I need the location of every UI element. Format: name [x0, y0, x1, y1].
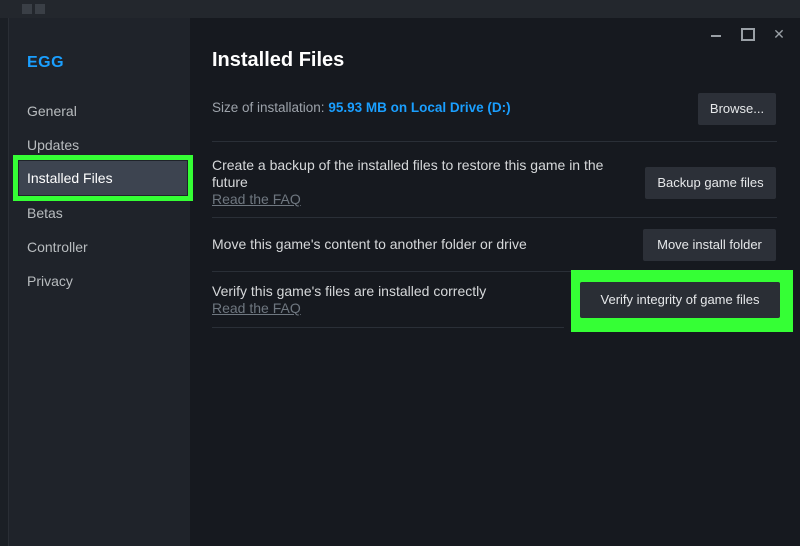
sidebar-item-installed-files[interactable]: Installed Files: [13, 155, 193, 201]
read-faq-link[interactable]: Read the FAQ: [212, 300, 301, 316]
divider: [212, 141, 777, 142]
window-controls: ✕: [711, 26, 787, 42]
size-label: Size of installation:: [212, 100, 325, 115]
move-install-folder-button[interactable]: Move install folder: [643, 229, 776, 261]
minimize-button[interactable]: [711, 26, 727, 42]
sidebar: EGG General Updates Installed Files Beta…: [9, 18, 193, 546]
backup-description: Create a backup of the installed files t…: [212, 157, 604, 190]
installation-size: Size of installation: 95.93 MB on Local …: [212, 100, 511, 115]
main-panel: ✕ Installed Files Size of installation: …: [190, 18, 800, 546]
maximize-button[interactable]: [741, 26, 757, 42]
size-value: 95.93 MB on Local Drive (D:): [328, 100, 511, 115]
minimize-icon: [711, 26, 721, 37]
move-description: Move this game's content to another fold…: [212, 236, 527, 252]
browse-button[interactable]: Browse...: [698, 93, 776, 125]
verify-description: Verify this game's files are installed c…: [212, 283, 487, 299]
close-icon: ✕: [773, 26, 785, 42]
sidebar-item-controller[interactable]: Controller: [27, 239, 88, 255]
properties-window: EGG General Updates Installed Files Beta…: [8, 18, 800, 546]
sidebar-item-betas[interactable]: Betas: [27, 205, 63, 221]
game-title: EGG: [27, 54, 65, 71]
backup-game-files-button[interactable]: Backup game files: [645, 167, 776, 199]
close-button[interactable]: ✕: [771, 26, 787, 42]
background-tile: [35, 4, 45, 14]
sidebar-item-privacy[interactable]: Privacy: [27, 273, 73, 289]
background-tile: [22, 4, 32, 14]
verify-integrity-button[interactable]: Verify integrity of game files: [580, 282, 780, 318]
background-app-bar: [0, 0, 800, 18]
divider: [212, 327, 564, 328]
maximize-icon: [741, 28, 755, 41]
page-title: Installed Files: [212, 49, 345, 71]
read-faq-link[interactable]: Read the FAQ: [212, 191, 301, 207]
sidebar-item-updates[interactable]: Updates: [27, 137, 79, 153]
divider: [212, 217, 777, 218]
sidebar-item-general[interactable]: General: [27, 103, 77, 119]
